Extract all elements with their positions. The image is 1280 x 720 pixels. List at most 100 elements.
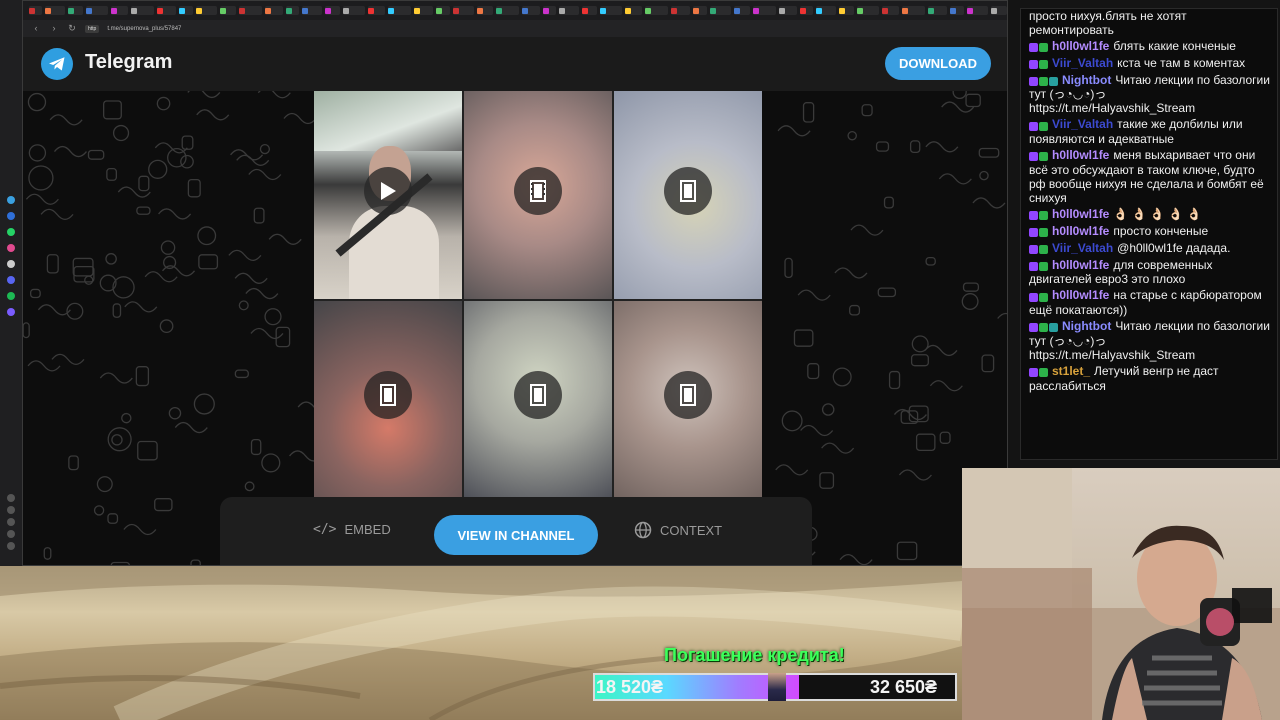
media-video-6[interactable]	[614, 301, 762, 497]
browser-tab[interactable]	[68, 6, 84, 15]
browser-tab[interactable]	[130, 6, 155, 15]
doodle-shape	[821, 403, 835, 416]
sidebar-app-icon[interactable]	[7, 292, 15, 300]
sidebar-app-icon[interactable]	[7, 308, 15, 316]
embed-button[interactable]: </> EMBED	[313, 522, 391, 537]
browser-tab[interactable]	[542, 6, 556, 15]
sidebar-settings-icon[interactable]	[7, 494, 15, 502]
chat-username[interactable]: st1let_	[1052, 364, 1090, 378]
sidebar-app-icon[interactable]	[7, 260, 15, 268]
browser-tab[interactable]	[799, 6, 813, 15]
browser-tab[interactable]	[671, 6, 691, 15]
doodle-shape	[112, 276, 135, 299]
media-video-3[interactable]	[614, 91, 762, 299]
browser-tab[interactable]	[838, 6, 854, 15]
chat-username[interactable]: h0ll0wl1fe	[1052, 39, 1109, 53]
reload-icon[interactable]: ↻	[67, 24, 77, 33]
video-icon[interactable]	[664, 371, 712, 420]
sidebar-settings-icon[interactable]	[7, 518, 15, 526]
browser-tab[interactable]	[324, 6, 341, 15]
chat-username[interactable]: Viir_Valtah	[1052, 56, 1113, 70]
browser-tab[interactable]	[157, 6, 177, 15]
browser-tab[interactable]	[196, 6, 218, 15]
browser-tab[interactable]	[29, 6, 43, 15]
browser-tab[interactable]	[45, 6, 66, 15]
browser-tab[interactable]	[86, 6, 108, 15]
browser-tab[interactable]	[693, 6, 708, 15]
browser-tab[interactable]	[753, 6, 776, 15]
play-button[interactable]	[364, 166, 412, 215]
media-video-5[interactable]	[464, 301, 612, 497]
chat-messages[interactable]: просто нихуя.блять не хотят ремонтироват…	[1020, 8, 1278, 460]
browser-tab[interactable]	[239, 6, 262, 15]
telegram-brand-name[interactable]: Telegram	[85, 51, 172, 74]
browser-tab[interactable]	[624, 6, 642, 15]
browser-tab[interactable]	[710, 6, 732, 15]
browser-tab[interactable]	[778, 6, 797, 15]
browser-tab[interactable]	[220, 6, 237, 15]
browser-tab[interactable]	[110, 6, 128, 15]
browser-tab[interactable]	[387, 6, 412, 15]
chat-username[interactable]: h0ll0wl1fe	[1052, 148, 1109, 162]
sidebar-settings-icon[interactable]	[7, 542, 15, 550]
browser-tab[interactable]	[856, 6, 879, 15]
browser-tab[interactable]	[414, 6, 434, 15]
browser-tab[interactable]	[734, 6, 751, 15]
video-icon[interactable]	[364, 371, 412, 420]
browser-tab[interactable]	[343, 6, 365, 15]
browser-tab[interactable]	[881, 6, 899, 15]
doodle-shape	[784, 257, 793, 279]
chat-username[interactable]: Nightbot	[1062, 319, 1111, 333]
sidebar-app-icon[interactable]	[7, 212, 15, 220]
context-button[interactable]: CONTEXT	[634, 521, 722, 539]
sidebar-app-icon[interactable]	[7, 196, 15, 204]
browser-tab-strip[interactable]	[23, 1, 1007, 20]
browser-tab[interactable]	[928, 6, 947, 15]
browser-tab[interactable]	[990, 6, 1007, 15]
browser-tab[interactable]	[367, 6, 385, 15]
browser-tab[interactable]	[496, 6, 519, 15]
chat-username[interactable]: h0ll0wl1fe	[1052, 258, 1109, 272]
chat-username[interactable]: h0ll0wl1fe	[1052, 224, 1109, 238]
browser-tab[interactable]	[453, 6, 475, 15]
chat-username[interactable]: Viir_Valtah	[1052, 117, 1113, 131]
browser-tab[interactable]	[285, 6, 300, 15]
back-icon[interactable]: ‹	[31, 24, 41, 33]
browser-tab[interactable]	[436, 6, 451, 15]
video-icon[interactable]	[514, 371, 562, 420]
download-button[interactable]: DOWNLOAD	[885, 47, 991, 80]
browser-tab[interactable]	[179, 6, 194, 15]
sidebar-app-icon[interactable]	[7, 228, 15, 236]
browser-tab[interactable]	[264, 6, 283, 15]
sidebar-app-icon[interactable]	[7, 244, 15, 252]
browser-tab[interactable]	[950, 6, 965, 15]
forward-icon[interactable]: ›	[49, 24, 59, 33]
browser-tab[interactable]	[901, 6, 926, 15]
view-in-channel-button[interactable]: VIEW IN CHANNEL	[434, 515, 598, 555]
telegram-logo-icon[interactable]	[41, 48, 73, 80]
video-icon[interactable]	[514, 166, 562, 215]
browser-tab[interactable]	[644, 6, 669, 15]
sidebar-settings-icon[interactable]	[7, 530, 15, 538]
sidebar-settings-icon[interactable]	[7, 506, 15, 514]
video-icon[interactable]	[664, 166, 712, 215]
browser-tab[interactable]	[581, 6, 597, 15]
media-video-1[interactable]	[314, 91, 462, 299]
doodle-shape	[888, 370, 901, 390]
browser-tab[interactable]	[477, 6, 494, 15]
browser-tab[interactable]	[967, 6, 988, 15]
media-video-4[interactable]	[314, 301, 462, 497]
media-video-2[interactable]	[464, 91, 612, 299]
browser-tab[interactable]	[559, 6, 579, 15]
browser-tab[interactable]	[302, 6, 322, 15]
browser-tab[interactable]	[521, 6, 540, 15]
badge-icon	[1049, 76, 1058, 86]
chat-username[interactable]: Nightbot	[1062, 73, 1111, 87]
sidebar-app-icon[interactable]	[7, 276, 15, 284]
browser-tab[interactable]	[815, 6, 836, 15]
chat-username[interactable]: h0ll0wl1fe	[1052, 288, 1109, 302]
chat-username[interactable]: h0ll0wl1fe	[1052, 207, 1109, 221]
url-text[interactable]: t.me/supernova_plus/57847	[107, 26, 181, 32]
chat-username[interactable]: Viir_Valtah	[1052, 241, 1113, 255]
browser-tab[interactable]	[599, 6, 622, 15]
